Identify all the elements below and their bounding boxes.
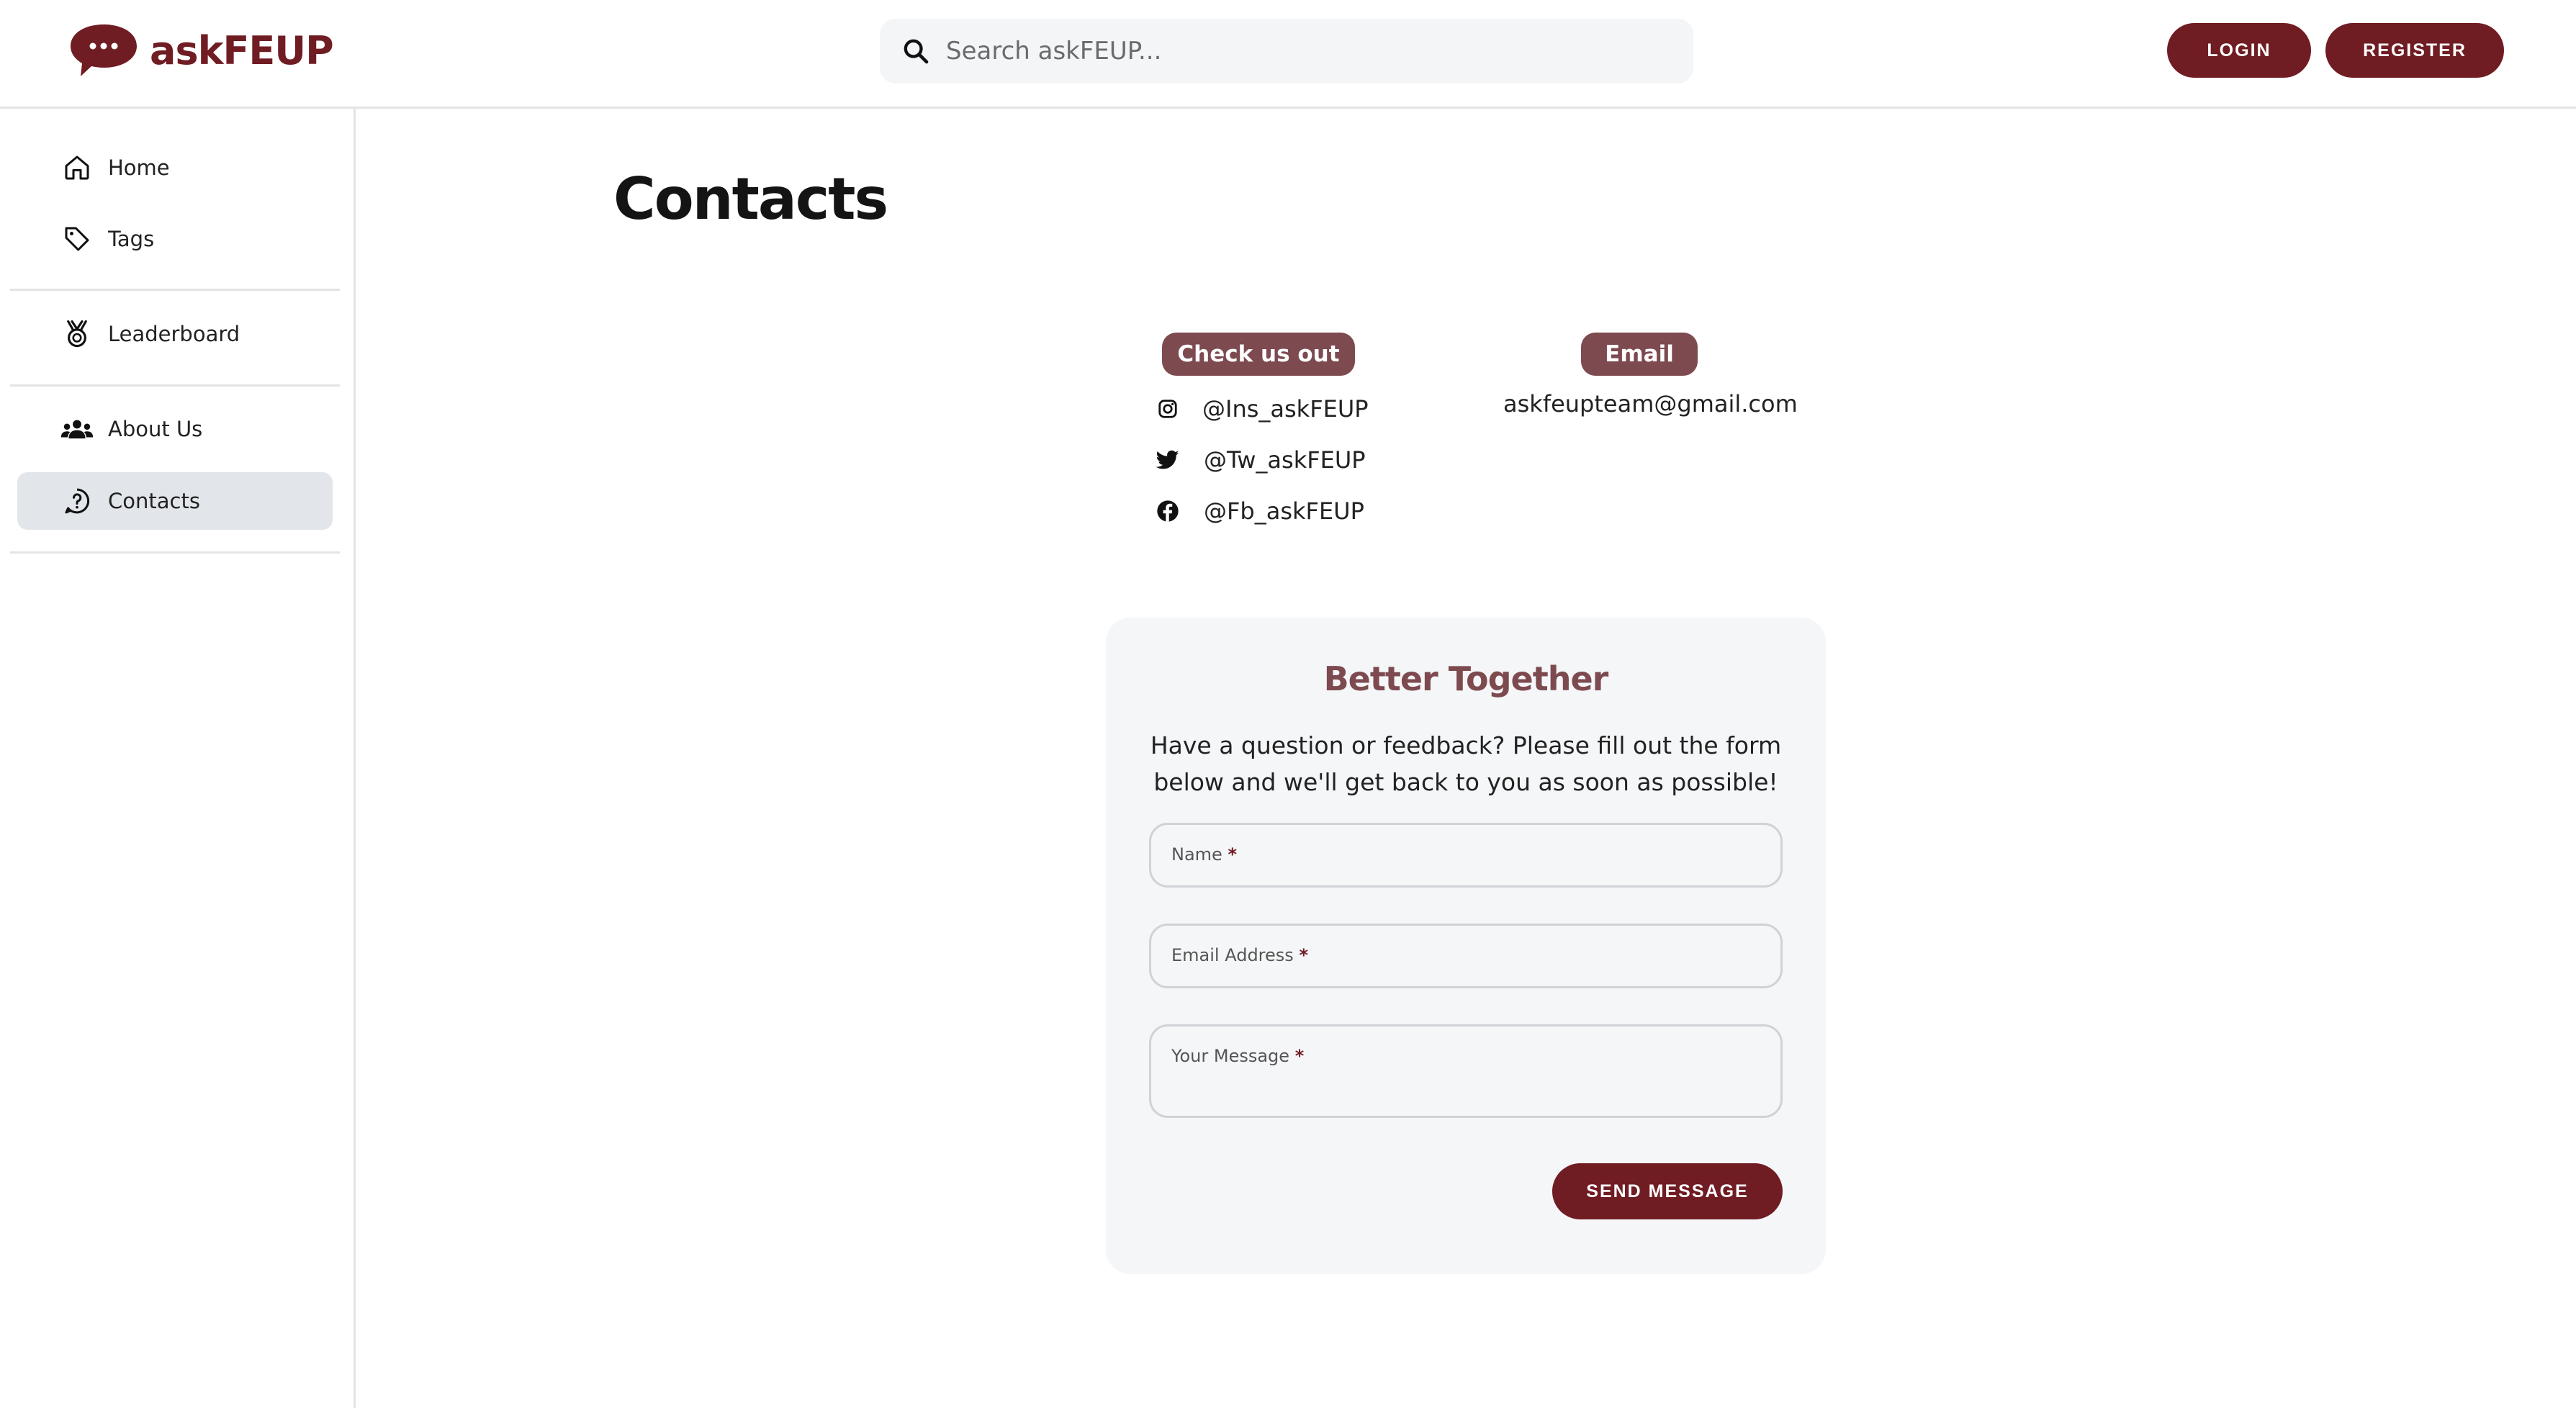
search-bar[interactable] bbox=[880, 19, 1693, 84]
form-description: Have a question or feedback? Please fill… bbox=[1150, 731, 1782, 796]
brand-logo[interactable]: askFEUP bbox=[68, 22, 334, 79]
facebook-handle[interactable]: @Fb_askFEUP bbox=[1204, 497, 1364, 525]
form-title: Better Together bbox=[1323, 659, 1609, 698]
help-circle-icon bbox=[60, 484, 94, 518]
email-field[interactable]: Email Address * bbox=[1149, 924, 1783, 988]
instagram-handle[interactable]: @Ins_askFEUP bbox=[1202, 395, 1369, 423]
users-icon bbox=[60, 412, 94, 446]
sidebar-item-label: Contacts bbox=[108, 489, 200, 513]
social-link-twitter[interactable]: @Tw_askFEUP bbox=[1155, 442, 1366, 478]
email-badge: Email bbox=[1581, 333, 1698, 376]
message-field-label: Your Message * bbox=[1171, 1046, 1305, 1066]
name-field-label: Name * bbox=[1171, 844, 1238, 865]
search-input[interactable] bbox=[946, 37, 1666, 66]
contact-email-address[interactable]: askfeupteam@gmail.com bbox=[1503, 390, 1798, 418]
sidebar-divider bbox=[10, 289, 340, 291]
sidebar-item-leaderboard[interactable]: Leaderboard bbox=[17, 305, 333, 363]
instagram-icon bbox=[1155, 396, 1181, 422]
twitter-icon bbox=[1155, 447, 1181, 473]
facebook-icon bbox=[1155, 498, 1181, 524]
sidebar-item-label: About Us bbox=[108, 417, 203, 441]
social-link-instagram[interactable]: @Ins_askFEUP bbox=[1155, 391, 1369, 427]
home-icon bbox=[60, 151, 94, 184]
check-us-out-badge: Check us out bbox=[1162, 333, 1355, 376]
sidebar-divider bbox=[10, 551, 340, 554]
social-link-facebook[interactable]: @Fb_askFEUP bbox=[1155, 493, 1364, 529]
sidebar-item-label: Home bbox=[108, 155, 170, 180]
login-button[interactable]: LOGIN bbox=[2167, 23, 2311, 78]
page-title: Contacts bbox=[613, 166, 888, 233]
medal-icon bbox=[60, 317, 94, 351]
twitter-handle[interactable]: @Tw_askFEUP bbox=[1204, 446, 1366, 474]
chat-bubble-logo-icon bbox=[71, 24, 137, 76]
sidebar: Home Tags Leaderboard About Us Contacts bbox=[0, 109, 356, 1408]
send-message-button[interactable]: SEND MESSAGE bbox=[1552, 1163, 1783, 1219]
sidebar-item-label: Leaderboard bbox=[108, 322, 240, 346]
register-button[interactable]: REGISTER bbox=[2325, 23, 2504, 78]
contact-form-card: Better Together Have a question or feedb… bbox=[1106, 618, 1826, 1274]
name-field[interactable]: Name * bbox=[1149, 823, 1783, 888]
sidebar-divider bbox=[10, 384, 340, 387]
search-icon bbox=[904, 39, 929, 64]
sidebar-item-contacts[interactable]: Contacts bbox=[17, 472, 333, 530]
email-field-label: Email Address * bbox=[1171, 945, 1308, 965]
tag-icon bbox=[60, 222, 94, 256]
sidebar-item-home[interactable]: Home bbox=[17, 139, 333, 197]
sidebar-item-tags[interactable]: Tags bbox=[17, 210, 333, 268]
top-header: askFEUP LOGIN REGISTER bbox=[0, 0, 2576, 109]
sidebar-item-about-us[interactable]: About Us bbox=[17, 400, 333, 458]
brand-name: askFEUP bbox=[150, 27, 334, 73]
sidebar-item-label: Tags bbox=[108, 227, 155, 251]
message-field[interactable]: Your Message * bbox=[1149, 1024, 1783, 1118]
